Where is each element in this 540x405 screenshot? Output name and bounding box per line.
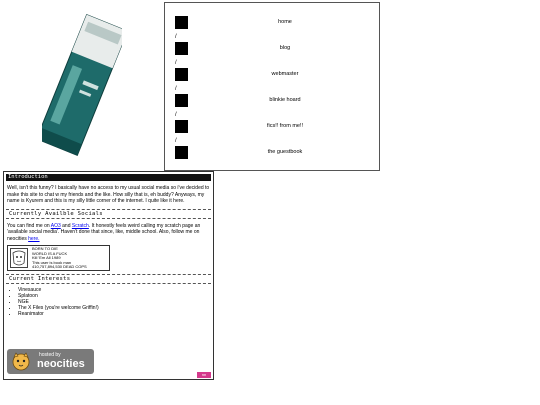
nav-item-home[interactable]: home <box>175 13 375 33</box>
nav-item-label[interactable]: fics!! from me!! <box>195 123 375 130</box>
socials-and: and <box>60 222 72 229</box>
socials-text: You can find me on AO3 and Scratch. It h… <box>7 223 210 243</box>
scratch-link[interactable]: Scratch <box>72 223 89 229</box>
intro-text: Well, isn't this funny? I basically have… <box>7 185 210 204</box>
nav-item-blinkie-hoard[interactable]: / blinkie hoard <box>175 86 375 111</box>
nav-item-fics[interactable]: / fics!! from me!! <box>175 112 375 137</box>
nav-box: home / blog / webmaster / blinkie hoard … <box>164 2 380 171</box>
nav-separator: / <box>175 60 177 66</box>
nav-square-icon <box>175 94 188 107</box>
nav-square-icon <box>175 68 188 81</box>
neocities-cat-icon <box>11 352 31 371</box>
interests-title: Current Interests <box>9 276 71 282</box>
intro-title: Introduction <box>6 174 211 181</box>
nav-square-icon <box>175 146 188 159</box>
neocities-follow-link[interactable]: here. <box>28 236 39 242</box>
nav-item-label[interactable]: blinkie hoard <box>195 97 375 104</box>
list-item: Reanimator <box>18 311 213 317</box>
section-divider <box>6 274 211 275</box>
socials-title: Currently Availble Socials <box>9 210 103 217</box>
nav-item-label[interactable]: blog <box>195 45 375 52</box>
content-panel: Introduction Well, isn't this funny? I b… <box>3 171 214 380</box>
user-stamp: BORN TO DIE WORLD IS A FUCK Kill 'Em All… <box>7 245 110 271</box>
section-divider <box>6 208 211 210</box>
stamp-line: 410,757,894,530 DEAD COPS <box>32 264 87 270</box>
ao3-link[interactable]: AO3 <box>51 223 61 229</box>
nav-item-label[interactable]: webmaster <box>195 71 375 78</box>
nav-square-icon <box>175 42 188 55</box>
nav-item-guestbook[interactable]: / the guestbook <box>175 138 375 163</box>
nav-separator: / <box>175 112 177 118</box>
cigarette-pack-image <box>35 10 129 160</box>
nav-square-icon <box>175 120 188 133</box>
section-divider <box>6 283 211 284</box>
badge-big-text: neocities <box>37 358 85 370</box>
nav-item-webmaster[interactable]: / webmaster <box>175 60 375 85</box>
nav-separator: / <box>175 138 177 144</box>
nav-item-blog[interactable]: / blog <box>175 34 375 59</box>
nav-item-label[interactable]: home <box>195 19 375 26</box>
nav-separator: / <box>175 34 177 40</box>
stamp-text: BORN TO DIE WORLD IS A FUCK Kill 'Em All… <box>32 246 87 270</box>
neocities-badge[interactable]: hosted by neocities <box>7 349 94 374</box>
nav-square-icon <box>175 16 188 29</box>
anime-face-icon <box>10 248 28 268</box>
nav-item-label[interactable]: the guestbook <box>195 149 375 156</box>
section-divider <box>6 217 211 219</box>
interests-list: Vinesauce Splatoon NGE The X Files (you'… <box>18 287 213 317</box>
corner-badge: nn <box>197 372 211 378</box>
socials-pre: You can find me on <box>7 222 51 229</box>
nav-separator: / <box>175 86 177 92</box>
